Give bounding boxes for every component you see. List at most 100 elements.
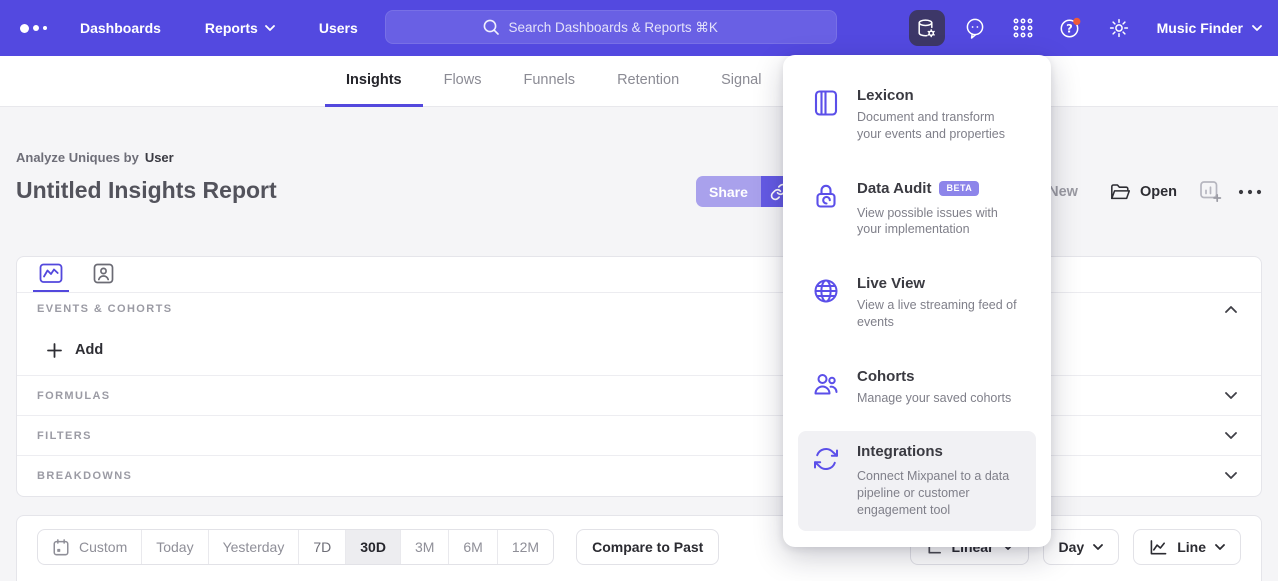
chevron-down-icon	[1215, 544, 1225, 550]
chevron-down-icon	[1252, 25, 1262, 31]
integrations-sync-icon	[812, 445, 840, 473]
range-today[interactable]: Today	[141, 530, 207, 564]
events-view-tab[interactable]	[33, 257, 69, 292]
chevron-down-icon[interactable]	[1225, 472, 1237, 479]
add-label: Add	[75, 342, 103, 358]
menu-item-desc: Manage your saved cohorts	[857, 390, 1022, 407]
page-title[interactable]: Untitled Insights Report	[16, 177, 277, 204]
chevron-up-icon[interactable]	[1225, 306, 1237, 313]
breadcrumb: Analyze Uniques byUser	[16, 150, 174, 165]
range-yesterday[interactable]: Yesterday	[208, 530, 299, 564]
calendar-icon	[52, 538, 70, 557]
chevron-down-icon[interactable]	[1225, 432, 1237, 439]
chat-bubble-icon	[964, 17, 986, 40]
range-label: 6M	[463, 539, 482, 555]
query-view-tabs	[17, 257, 1261, 293]
menu-item-title: Integrations	[857, 443, 943, 460]
chart-type-dropdown[interactable]: Line	[1133, 529, 1241, 565]
section-breakdowns[interactable]: BREAKDOWNS	[17, 455, 1261, 495]
menu-item-integrations[interactable]: Integrations Connect Mixpanel to a data …	[798, 431, 1036, 530]
nav-reports[interactable]: Reports	[205, 20, 275, 36]
menu-item-cohorts[interactable]: Cohorts Manage your saved cohorts	[798, 356, 1036, 419]
share-button[interactable]: Share	[696, 176, 761, 207]
open-report-button[interactable]: Open	[1110, 183, 1177, 201]
tab-flows[interactable]: Flows	[423, 56, 503, 107]
new-report-button[interactable]: New	[1048, 184, 1078, 200]
messages-button[interactable]	[957, 10, 993, 46]
svg-text:?: ?	[1066, 21, 1073, 35]
search-icon	[482, 18, 500, 36]
section-events-cohorts[interactable]: EVENTS & COHORTS	[17, 293, 1261, 325]
section-formulas[interactable]: FORMULAS	[17, 375, 1261, 415]
data-management-button[interactable]	[909, 10, 945, 46]
menu-item-desc: Connect Mixpanel to a data pipeline or c…	[857, 468, 1022, 518]
add-event-button[interactable]: Add	[17, 325, 1261, 375]
menu-item-live-view[interactable]: Live View View a live streaming feed of …	[798, 263, 1036, 343]
line-chart-tab-icon	[39, 263, 63, 284]
query-builder-panel: EVENTS & COHORTS Add FORMULAS FILTERS BR…	[16, 256, 1262, 497]
interval-dropdown[interactable]: Day	[1043, 529, 1120, 565]
top-navigation-bar: Dashboards Reports Users	[0, 0, 1278, 56]
date-range-segmented-control: Custom Today Yesterday 7D 30D 3M 6M 12M	[37, 529, 554, 565]
range-30d[interactable]: 30D	[345, 530, 400, 564]
menu-item-lexicon[interactable]: Lexicon Document and transform your even…	[798, 75, 1036, 155]
ellipsis-icon	[1238, 189, 1262, 195]
profiles-view-tab[interactable]	[87, 257, 120, 292]
report-actions: New Open	[1048, 176, 1262, 207]
interval-label: Day	[1059, 539, 1085, 555]
project-name: Music Finder	[1157, 20, 1243, 36]
tab-insights[interactable]: Insights	[325, 56, 423, 107]
range-label: 3M	[415, 539, 434, 555]
menu-item-title: Live View	[857, 275, 925, 292]
tab-retention[interactable]: Retention	[596, 56, 700, 107]
range-label: Yesterday	[223, 539, 285, 555]
section-label: FORMULAS	[37, 390, 111, 402]
folder-icon	[1110, 183, 1130, 201]
apps-grid-button[interactable]	[1005, 10, 1041, 46]
tab-signal[interactable]: Signal	[700, 56, 782, 107]
help-button[interactable]: ?	[1053, 10, 1089, 46]
nav-dashboards[interactable]: Dashboards	[80, 20, 161, 36]
search-input[interactable]	[509, 20, 741, 35]
tab-label: Signal	[721, 72, 761, 88]
tab-label: Funnels	[523, 72, 575, 88]
menu-item-data-audit[interactable]: Data Audit BETA View possible issues wit…	[798, 168, 1036, 251]
top-nav: Dashboards Reports Users	[80, 20, 358, 36]
section-label: FILTERS	[37, 430, 92, 442]
menu-item-title: Cohorts	[857, 368, 915, 385]
chevron-down-icon[interactable]	[1225, 392, 1237, 399]
range-7d[interactable]: 7D	[298, 530, 345, 564]
plus-icon	[47, 343, 62, 358]
range-custom[interactable]: Custom	[38, 530, 141, 564]
compare-to-past-button[interactable]: Compare to Past	[576, 529, 719, 565]
open-label: Open	[1140, 184, 1177, 200]
nav-reports-label: Reports	[205, 20, 258, 36]
range-3m[interactable]: 3M	[400, 530, 448, 564]
tab-funnels[interactable]: Funnels	[502, 56, 596, 107]
more-options-button[interactable]	[1238, 189, 1262, 195]
data-management-menu: Lexicon Document and transform your even…	[783, 55, 1051, 547]
settings-button[interactable]	[1101, 10, 1137, 46]
range-label: 12M	[512, 539, 539, 555]
database-gear-icon	[916, 18, 937, 39]
profile-tab-icon	[93, 263, 114, 284]
section-filters[interactable]: FILTERS	[17, 415, 1261, 455]
section-label: BREAKDOWNS	[37, 470, 132, 482]
global-search[interactable]	[385, 10, 837, 44]
breadcrumb-value[interactable]: User	[145, 150, 174, 165]
range-label: Custom	[79, 539, 127, 555]
tab-label: Flows	[444, 72, 482, 88]
mixpanel-logo-icon[interactable]	[20, 24, 64, 33]
chevron-down-icon	[1093, 544, 1103, 550]
chart-add-icon	[1199, 180, 1222, 203]
nav-dashboards-label: Dashboards	[80, 20, 161, 36]
tab-label: Insights	[346, 72, 402, 88]
range-6m[interactable]: 6M	[448, 530, 496, 564]
tab-label: Retention	[617, 72, 679, 88]
range-12m[interactable]: 12M	[497, 530, 553, 564]
section-label: EVENTS & COHORTS	[37, 303, 172, 315]
project-selector[interactable]: Music Finder	[1157, 20, 1262, 36]
nav-users[interactable]: Users	[319, 20, 358, 36]
add-to-dashboard-button[interactable]	[1199, 180, 1222, 203]
nav-users-label: Users	[319, 20, 358, 36]
